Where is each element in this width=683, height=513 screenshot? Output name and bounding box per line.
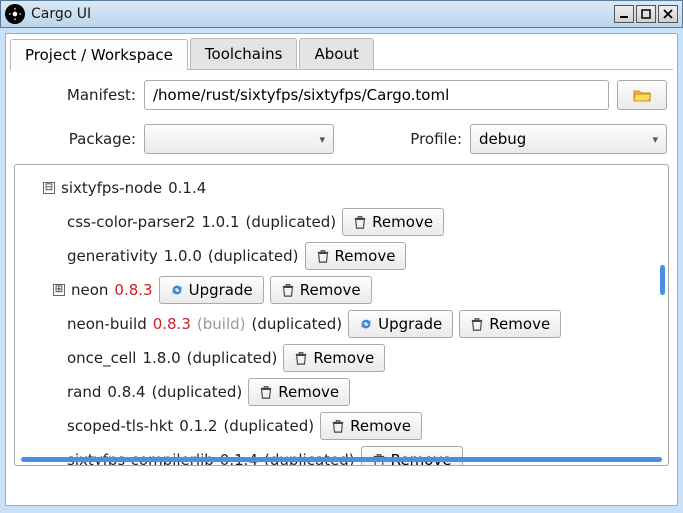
crate-name: sixtyfps-node (61, 179, 162, 197)
tree-row: sixtyfps-compilerlib 0.1.4 (duplicated) … (23, 443, 650, 466)
crate-version: 0.8.4 (107, 383, 145, 401)
crate-name: generativity (67, 247, 158, 265)
crate-version: 1.8.0 (142, 349, 180, 367)
build-kind-label: (build) (197, 315, 246, 333)
chevron-down-icon: ▾ (319, 133, 325, 146)
remove-button[interactable]: Remove (459, 310, 561, 338)
window-body: Project / Workspace Toolchains About Man… (5, 33, 678, 506)
crate-name: css-color-parser2 (67, 213, 195, 231)
collapse-icon[interactable]: ⊟ (43, 182, 55, 194)
duplicated-label: (duplicated) (208, 247, 299, 265)
tree-root-row: ⊟ sixtyfps-node 0.1.4 (23, 171, 650, 205)
dependency-tree: ⊟ sixtyfps-node 0.1.4 css-color-parser2 … (14, 164, 669, 466)
manifest-label: Manifest: (16, 86, 136, 104)
remove-button[interactable]: Remove (305, 242, 407, 270)
duplicated-label: (duplicated) (251, 315, 342, 333)
crate-name: neon-build (67, 315, 147, 333)
crate-version: 0.8.3 (153, 315, 191, 333)
profile-label: Profile: (382, 130, 462, 148)
crate-name: rand (67, 383, 101, 401)
horizontal-scrollbar[interactable] (21, 457, 662, 462)
tree-row: rand 0.8.4 (duplicated) Remove (23, 375, 650, 409)
trash-icon (294, 351, 308, 365)
remove-button[interactable]: Remove (270, 276, 372, 304)
duplicated-label: (duplicated) (246, 213, 337, 231)
crate-version: 1.0.1 (201, 213, 239, 231)
trash-icon (259, 385, 273, 399)
tab-about[interactable]: About (299, 38, 373, 69)
duplicated-label: (duplicated) (223, 417, 314, 435)
tree-row: neon-build 0.8.3 (build) (duplicated) Up… (23, 307, 650, 341)
trash-icon (470, 317, 484, 331)
duplicated-label: (duplicated) (187, 349, 278, 367)
remove-button[interactable]: Remove (283, 344, 385, 372)
duplicated-label: (duplicated) (152, 383, 243, 401)
trash-icon (316, 249, 330, 263)
profile-select[interactable]: debug ▾ (470, 124, 667, 154)
upgrade-button[interactable]: Upgrade (159, 276, 264, 304)
remove-button[interactable]: Remove (248, 378, 350, 406)
remove-button[interactable]: Remove (320, 412, 422, 440)
profile-value: debug (479, 130, 526, 148)
upgrade-button[interactable]: Upgrade (348, 310, 453, 338)
browse-button[interactable] (617, 80, 667, 110)
tree-row: generativity 1.0.0 (duplicated) Remove (23, 239, 650, 273)
package-label: Package: (16, 130, 136, 148)
crate-version: 0.1.4 (168, 179, 206, 197)
close-button[interactable] (658, 5, 678, 23)
minimize-button[interactable] (614, 5, 634, 23)
refresh-icon (170, 283, 184, 297)
tree-row: once_cell 1.8.0 (duplicated) Remove (23, 341, 650, 375)
trash-icon (353, 215, 367, 229)
trash-icon (281, 283, 295, 297)
crate-version: 0.8.3 (114, 281, 152, 299)
tab-bar: Project / Workspace Toolchains About (10, 38, 673, 70)
package-select[interactable]: ▾ (144, 124, 334, 154)
manifest-input[interactable] (144, 80, 609, 110)
folder-icon (633, 88, 651, 102)
manifest-row: Manifest: (10, 70, 673, 120)
package-profile-row: Package: ▾ Profile: debug ▾ (10, 120, 673, 164)
tab-project[interactable]: Project / Workspace (10, 39, 188, 70)
remove-button[interactable]: Remove (342, 208, 444, 236)
refresh-icon (359, 317, 373, 331)
remove-button[interactable]: Remove (361, 446, 463, 466)
app-icon (5, 4, 25, 24)
tree-row: ⊞ neon 0.8.3 Upgrade Remove (23, 273, 650, 307)
tree-row: scoped-tls-hkt 0.1.2 (duplicated) Remove (23, 409, 650, 443)
crate-name: scoped-tls-hkt (67, 417, 173, 435)
chevron-down-icon: ▾ (652, 133, 658, 146)
crate-name: once_cell (67, 349, 136, 367)
trash-icon (331, 419, 345, 433)
titlebar: Cargo UI (0, 0, 683, 28)
expand-icon[interactable]: ⊞ (53, 284, 65, 296)
window-title: Cargo UI (31, 6, 608, 22)
crate-version: 1.0.0 (164, 247, 202, 265)
maximize-button[interactable] (636, 5, 656, 23)
tree-row: css-color-parser2 1.0.1 (duplicated) Rem… (23, 205, 650, 239)
tab-toolchains[interactable]: Toolchains (190, 38, 298, 69)
crate-version: 0.1.2 (179, 417, 217, 435)
window-controls (614, 5, 678, 23)
vertical-scrollbar[interactable] (660, 265, 665, 295)
crate-name: neon (71, 281, 108, 299)
